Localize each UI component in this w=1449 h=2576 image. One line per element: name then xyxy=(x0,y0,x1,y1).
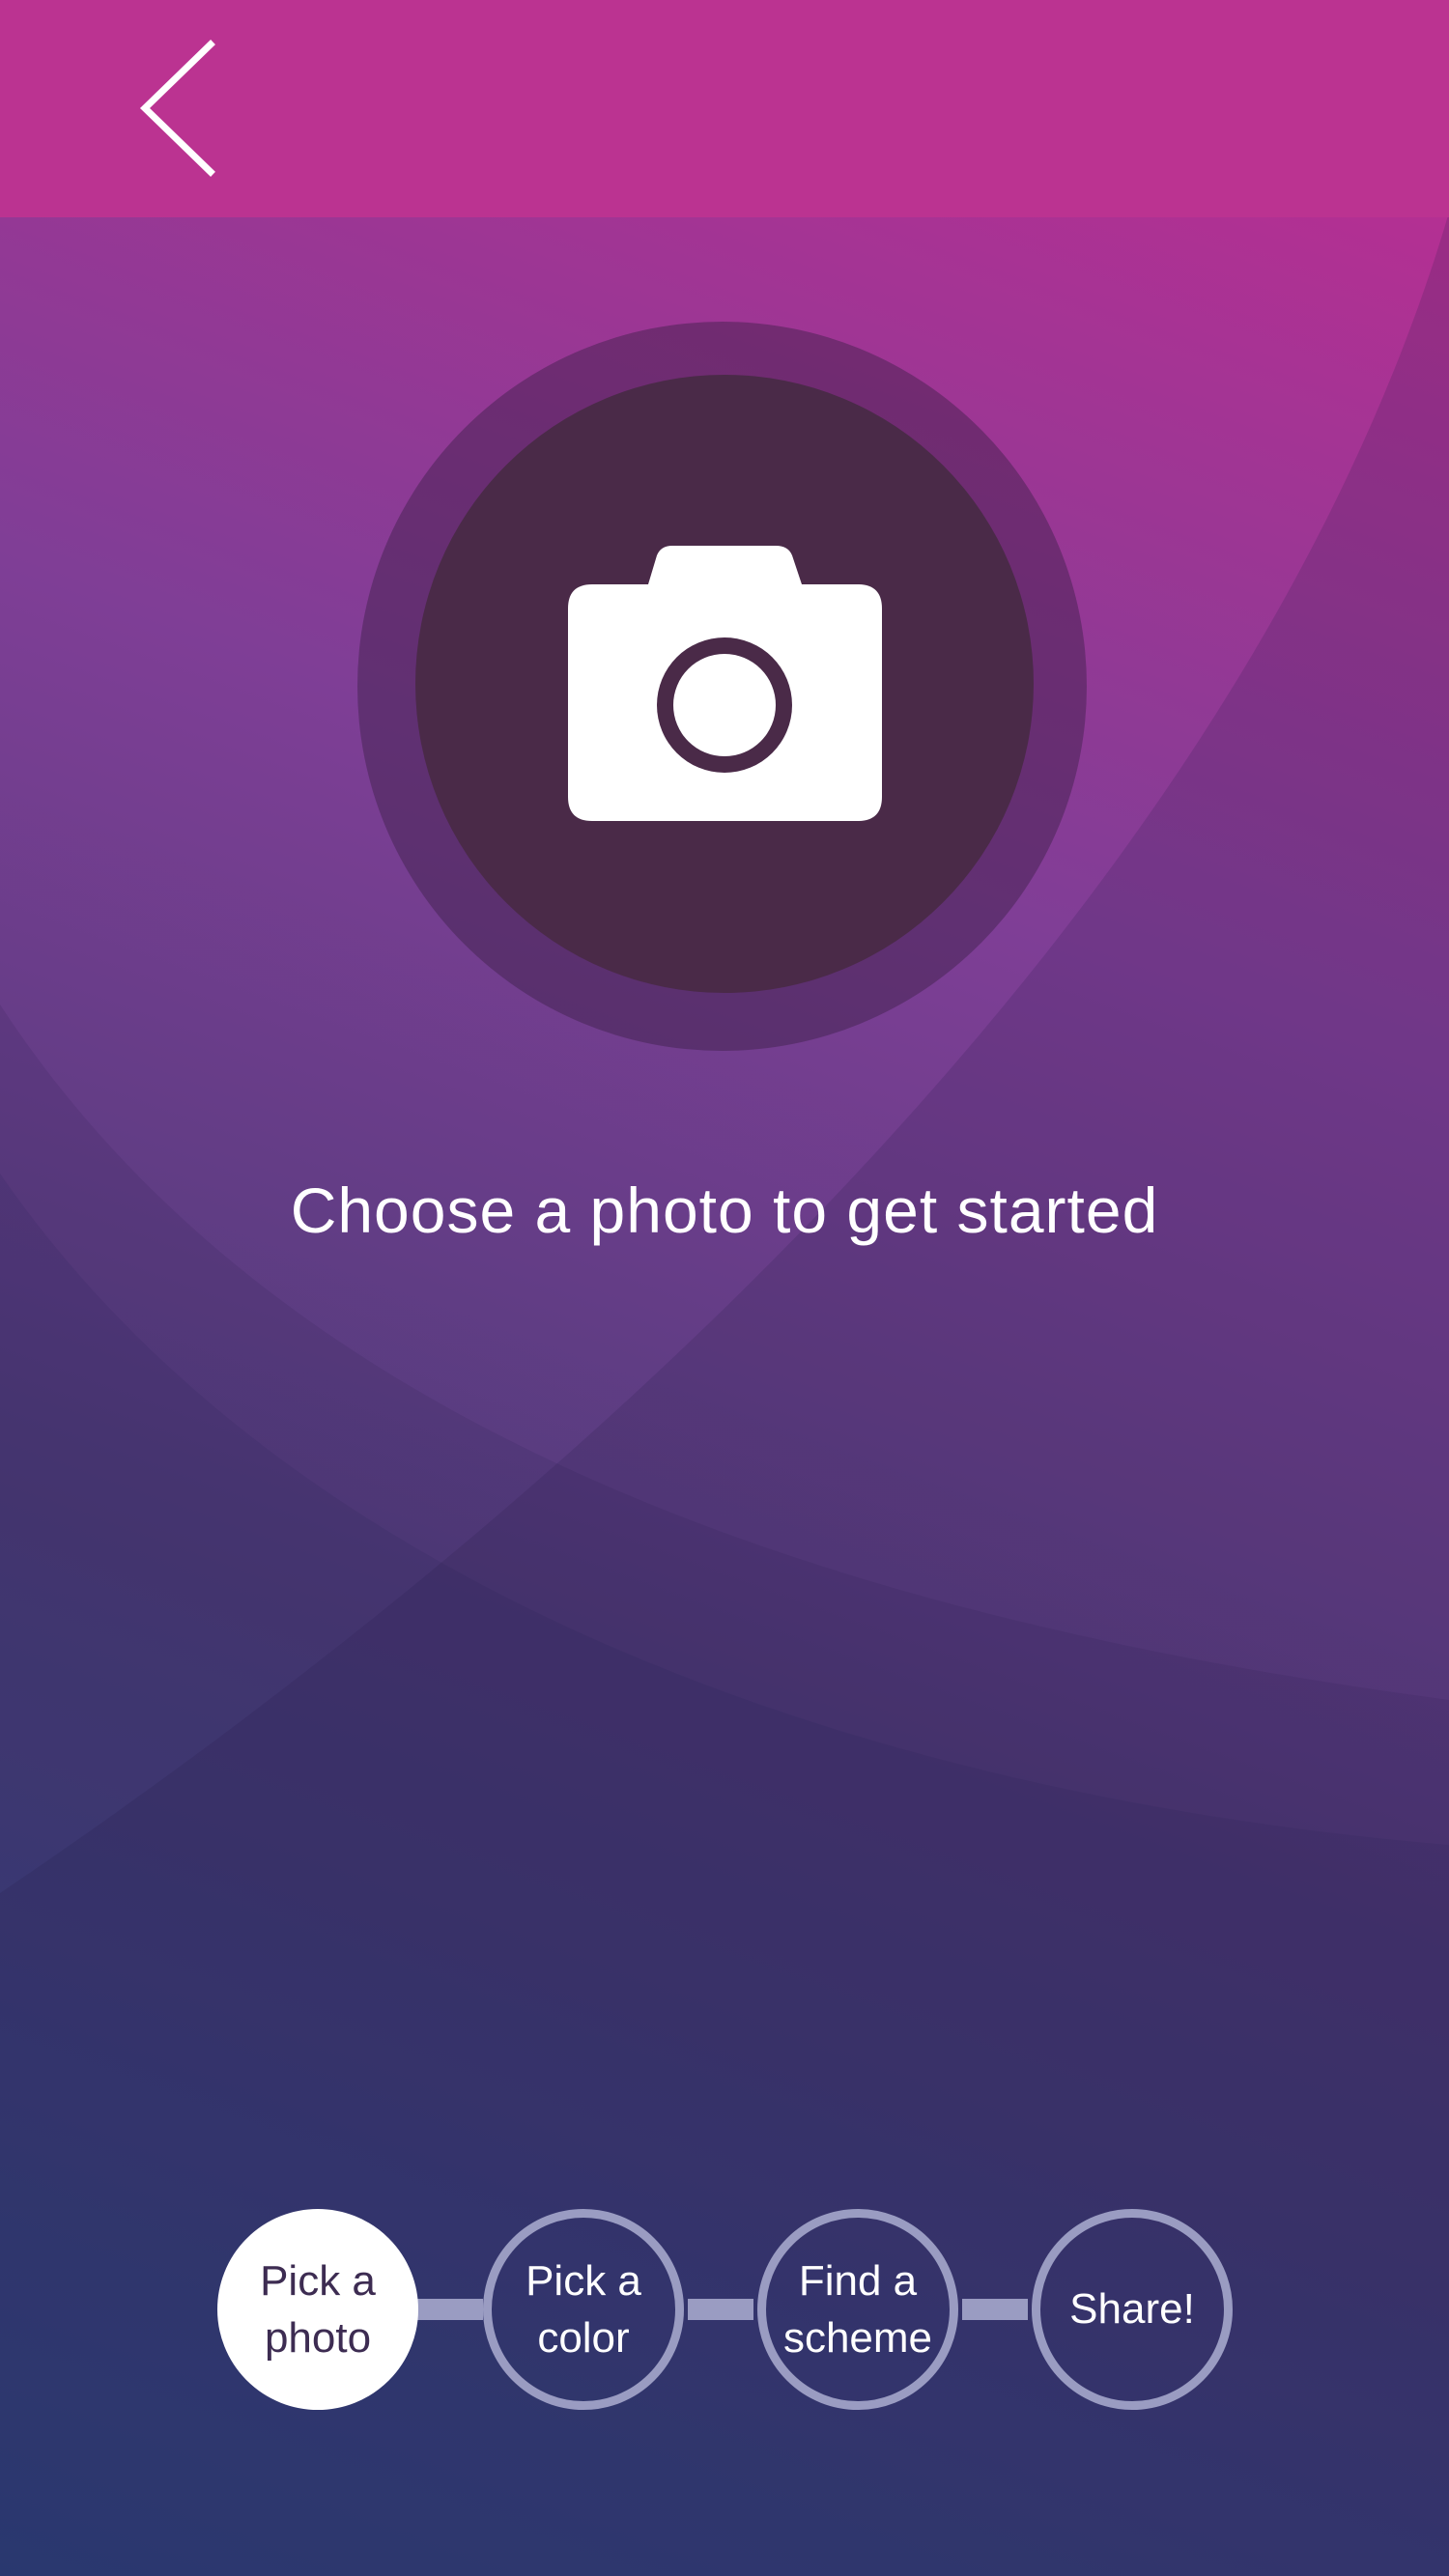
step-pick-photo[interactable]: Pick a photo xyxy=(217,2209,418,2410)
camera-icon xyxy=(568,546,882,821)
step-pick-color[interactable]: Pick a color xyxy=(483,2209,684,2410)
step-label-line2: color xyxy=(537,2314,630,2362)
step-label-line2: scheme xyxy=(782,2314,933,2362)
step-share[interactable]: Share! xyxy=(1032,2209,1233,2410)
prompt-text: Choose a photo to get started xyxy=(290,1175,1159,1246)
step-label-line1: Share! xyxy=(1069,2285,1195,2334)
step-label-line1: Pick a xyxy=(260,2256,376,2305)
step-label-line2: photo xyxy=(264,2314,372,2362)
step-find-scheme[interactable]: Find a scheme xyxy=(757,2209,958,2410)
back-button[interactable] xyxy=(126,39,232,184)
step-label-line1: Find a xyxy=(798,2256,918,2305)
chevron-left-icon xyxy=(139,40,215,177)
step-label-line1: Pick a xyxy=(526,2256,641,2305)
